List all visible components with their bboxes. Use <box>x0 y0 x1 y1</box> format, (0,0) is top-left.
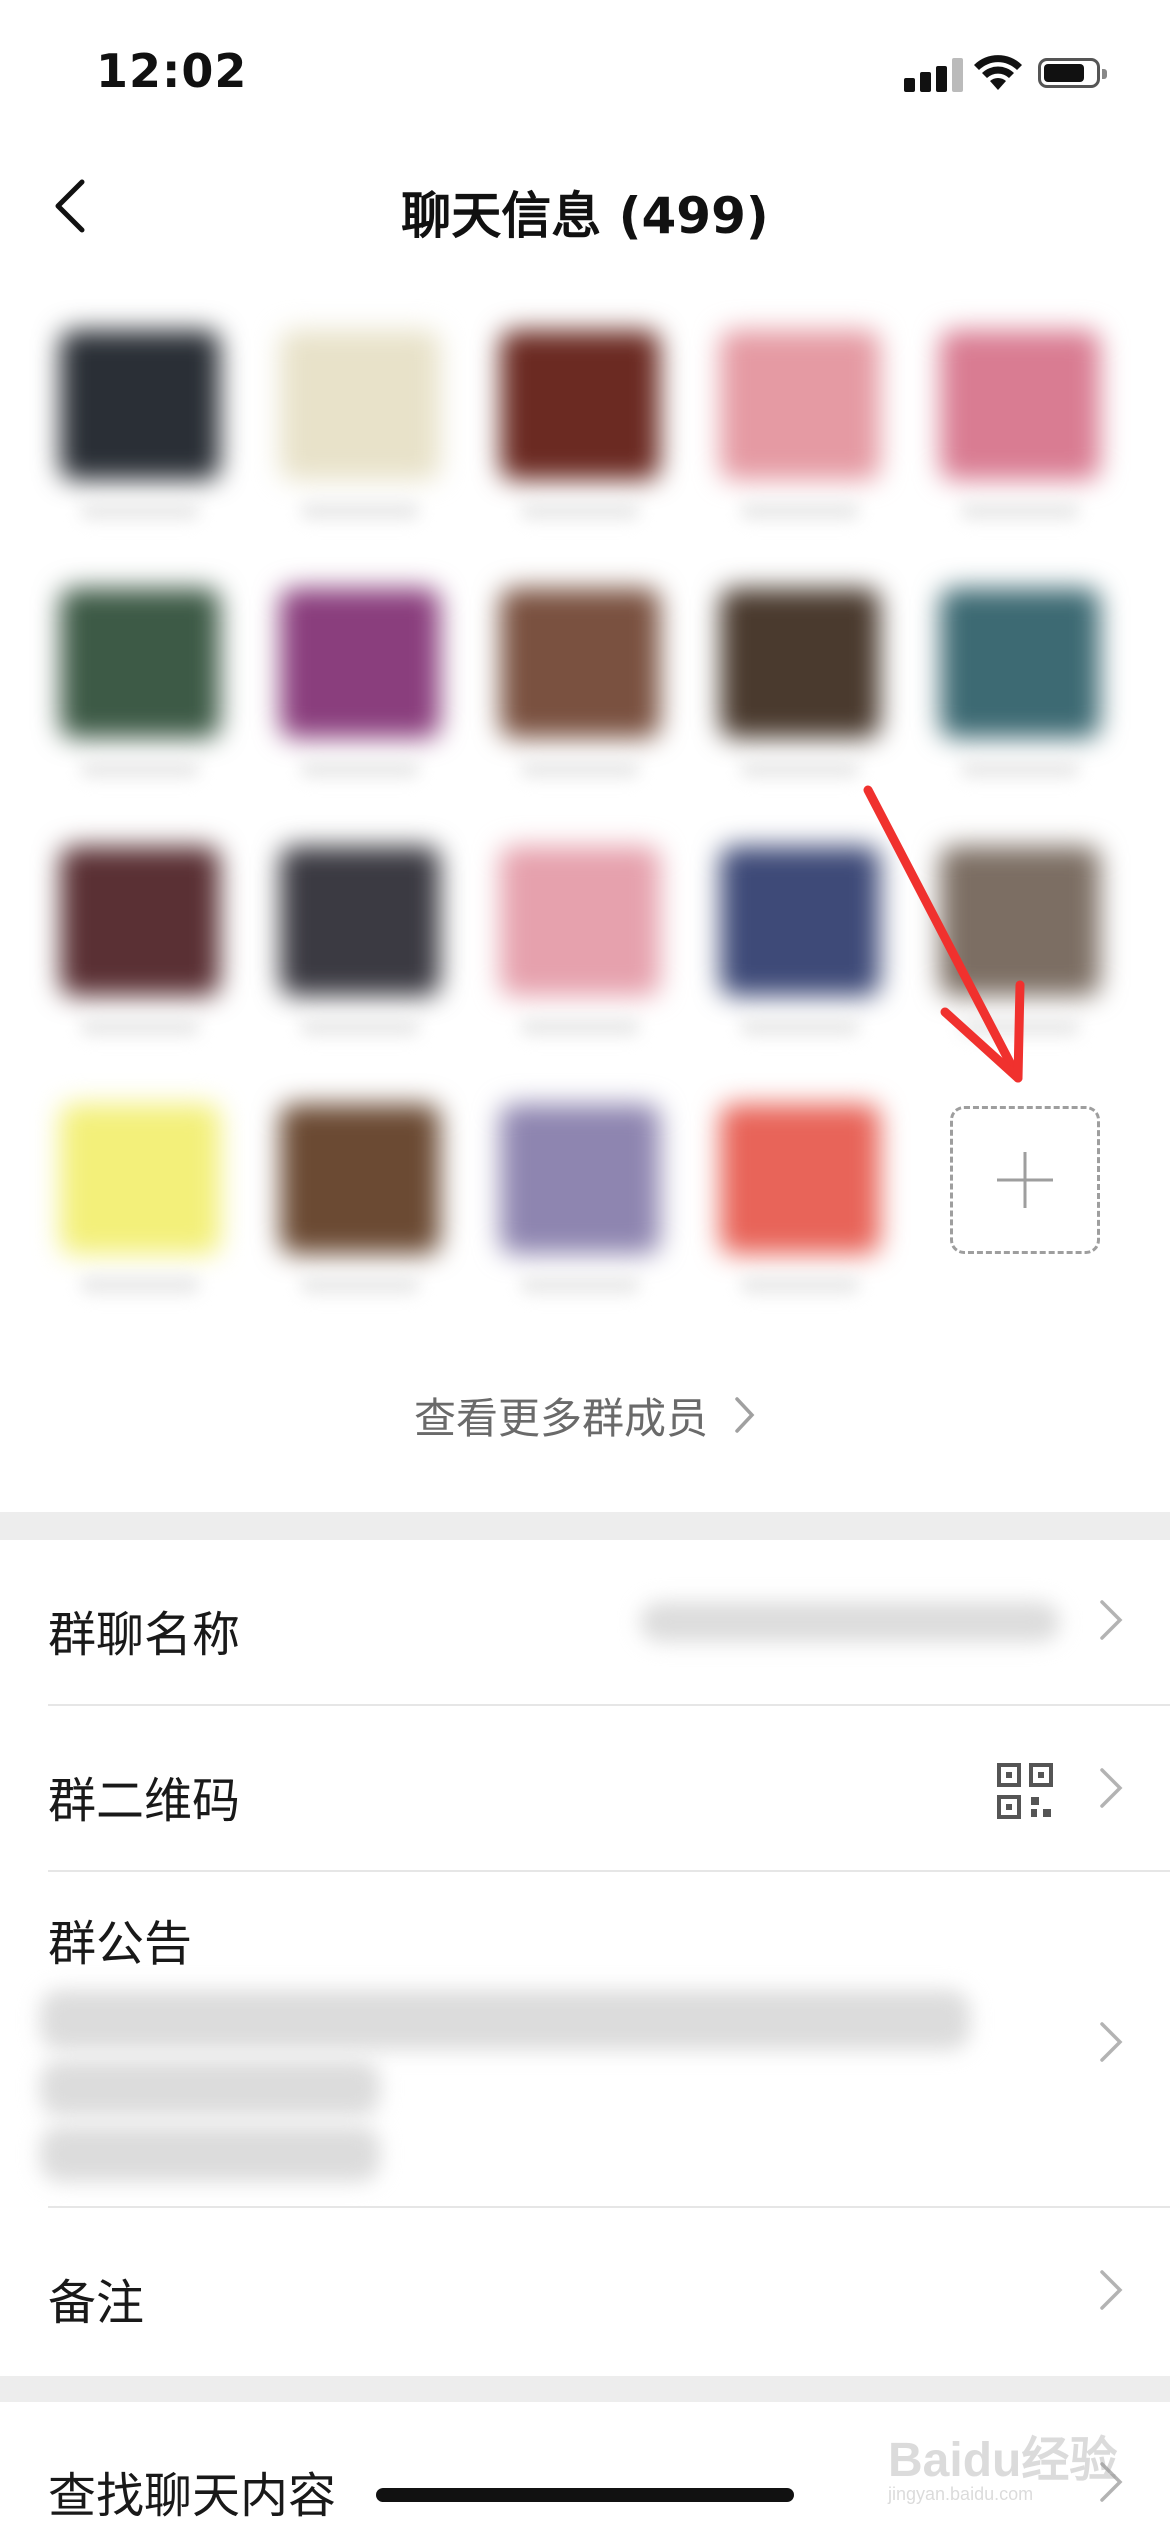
nav-bar: 聊天信息 (499) <box>0 140 1170 270</box>
group-qr-code-row[interactable]: 群二维码 <box>0 1706 1170 1872</box>
announcement-text-line <box>40 2060 380 2116</box>
group-announcement-label: 群公告 <box>48 1916 193 1972</box>
chevron-right-icon <box>735 1397 755 1433</box>
status-bar: 12:02 <box>0 0 1170 140</box>
section-divider <box>0 1512 1170 1540</box>
group-name-value <box>640 1602 1060 1642</box>
battery-icon <box>1038 58 1107 88</box>
qr-code-icon <box>997 1763 1053 1819</box>
view-more-label: 查看更多群成员 <box>413 1393 708 1443</box>
announcement-text-line <box>40 2126 380 2182</box>
chevron-right-icon <box>1100 2022 1123 2062</box>
remark-label: 备注 <box>48 2275 145 2331</box>
group-name-row[interactable]: 群聊名称 <box>0 1540 1170 1706</box>
chevron-right-icon <box>1100 1600 1123 1640</box>
baidu-watermark-logo: Baidu经验 jingyan.baidu.com <box>888 2420 1118 2504</box>
watermark-text: Baidu经验 <box>888 2434 1118 2487</box>
section-divider <box>0 2376 1170 2402</box>
chevron-right-icon <box>1100 2270 1123 2310</box>
plus-icon <box>997 1152 1053 1208</box>
group-name-label: 群聊名称 <box>48 1607 241 1663</box>
add-member-button[interactable] <box>950 1106 1100 1254</box>
wifi-icon <box>974 55 1022 90</box>
search-chat-history-label: 查找聊天内容 <box>48 2468 337 2524</box>
chevron-right-icon <box>1100 1768 1123 1808</box>
watermark-subtext: jingyan.baidu.com <box>888 2484 1034 2504</box>
group-announcement-row[interactable]: 群公告 <box>0 1872 1170 2208</box>
view-more-members-link[interactable]: 查看更多群成员 <box>0 1380 1170 1450</box>
status-time: 12:02 <box>96 44 248 98</box>
group-qr-code-label: 群二维码 <box>48 1773 241 1829</box>
home-indicator[interactable] <box>376 2488 794 2502</box>
cellular-signal-icon <box>904 58 964 92</box>
announcement-text-line <box>40 1990 970 2050</box>
remark-row[interactable]: 备注 <box>0 2208 1170 2376</box>
page-title: 聊天信息 (499) <box>401 187 769 245</box>
